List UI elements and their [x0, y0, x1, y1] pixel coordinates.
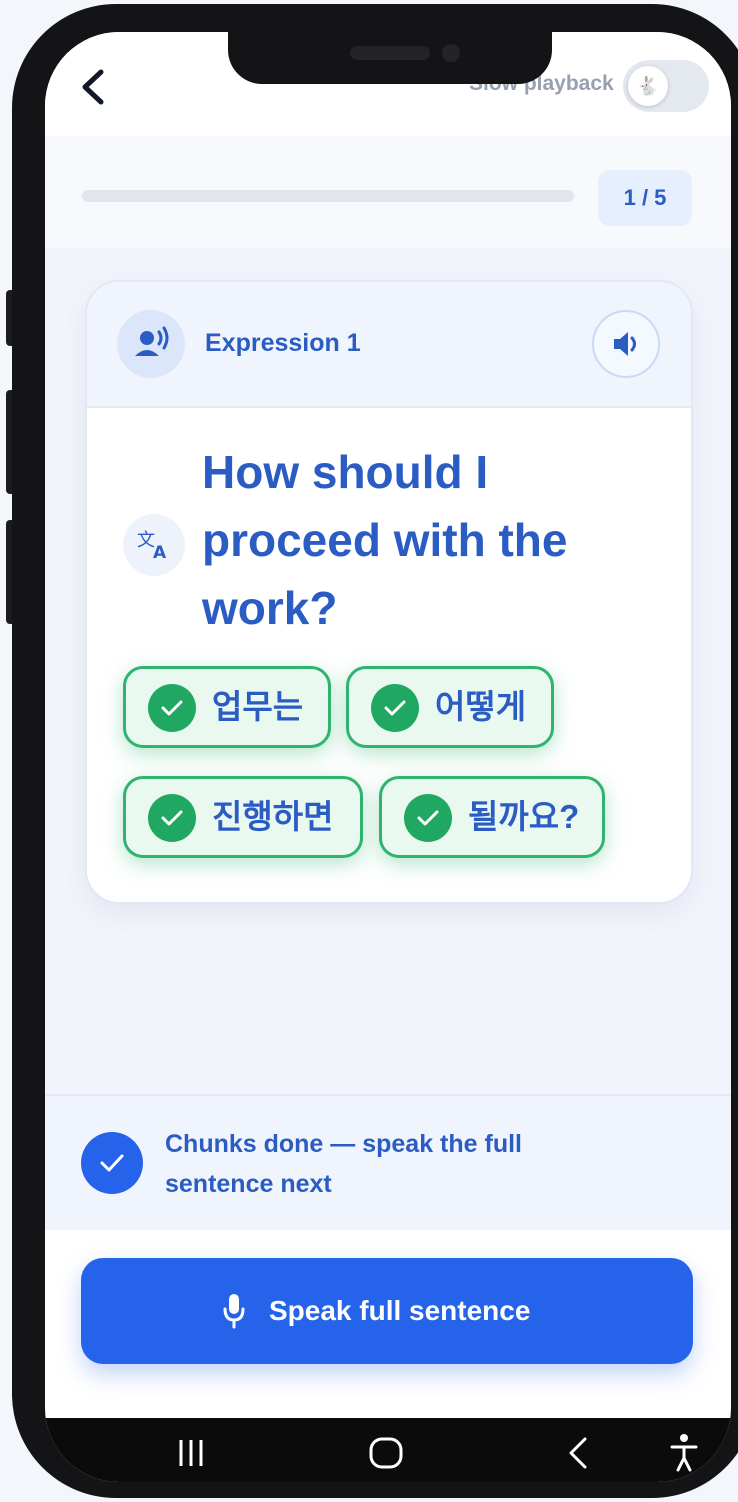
- progress-section: 1 / 5: [45, 136, 731, 248]
- earpiece-speaker: [350, 46, 430, 60]
- expression-label: Expression 1: [205, 329, 361, 357]
- check-icon: [404, 794, 452, 842]
- chunk-chip[interactable]: 어떻게: [346, 666, 554, 748]
- check-icon: [148, 794, 196, 842]
- screen: Slow playback 🐇 1 / 5 Expression 1 文 A H…: [45, 32, 731, 1482]
- chunk-text: 될까요?: [468, 798, 580, 835]
- rabbit-icon: 🐇: [628, 66, 668, 106]
- card-header: Expression 1: [87, 282, 691, 408]
- recent-apps-icon[interactable]: [175, 1436, 209, 1470]
- phone-frame: Slow playback 🐇 1 / 5 Expression 1 文 A H…: [12, 4, 738, 1498]
- notch: [228, 32, 552, 84]
- progress-bar: [82, 190, 574, 202]
- system-back-icon[interactable]: [563, 1434, 595, 1472]
- accessibility-icon[interactable]: [669, 1432, 699, 1472]
- check-icon: [148, 684, 196, 732]
- progress-counter: 1 / 5: [598, 170, 692, 226]
- back-button[interactable]: [73, 62, 119, 112]
- chunk-chip[interactable]: 될까요?: [379, 776, 605, 858]
- speaker-person-icon: [117, 310, 185, 378]
- translate-icon: 文 A: [123, 514, 185, 576]
- chunk-chip[interactable]: 진행하면: [123, 776, 363, 858]
- status-message: Chunks done — speak the full sentence ne…: [165, 1130, 522, 1198]
- system-nav-bar: [45, 1418, 731, 1482]
- check-icon: [371, 684, 419, 732]
- chevron-left-icon: [82, 69, 104, 105]
- check-circle-icon: [81, 1132, 143, 1194]
- chunk-text: 업무는: [212, 688, 304, 725]
- chunk-text: 어떻게: [435, 688, 527, 725]
- english-sentence: How should I proceed with the work?: [202, 446, 568, 634]
- chunk-text: 진행하면: [212, 798, 334, 835]
- speak-button-label: Speak full sentence: [269, 1295, 531, 1326]
- speak-full-sentence-button[interactable]: Speak full sentence: [81, 1258, 693, 1364]
- expression-card: Expression 1 文 A How should I proceed wi…: [85, 280, 693, 904]
- chunk-chip[interactable]: 업무는: [123, 666, 331, 748]
- front-camera: [442, 44, 460, 62]
- slow-playback-toggle[interactable]: 🐇: [623, 60, 709, 112]
- status-banner: Chunks done — speak the full sentence ne…: [45, 1094, 731, 1230]
- play-audio-button[interactable]: [592, 310, 660, 378]
- home-icon[interactable]: [367, 1434, 405, 1472]
- svg-text:A: A: [153, 543, 167, 563]
- microphone-icon: [223, 1294, 245, 1329]
- volume-icon: [614, 332, 636, 356]
